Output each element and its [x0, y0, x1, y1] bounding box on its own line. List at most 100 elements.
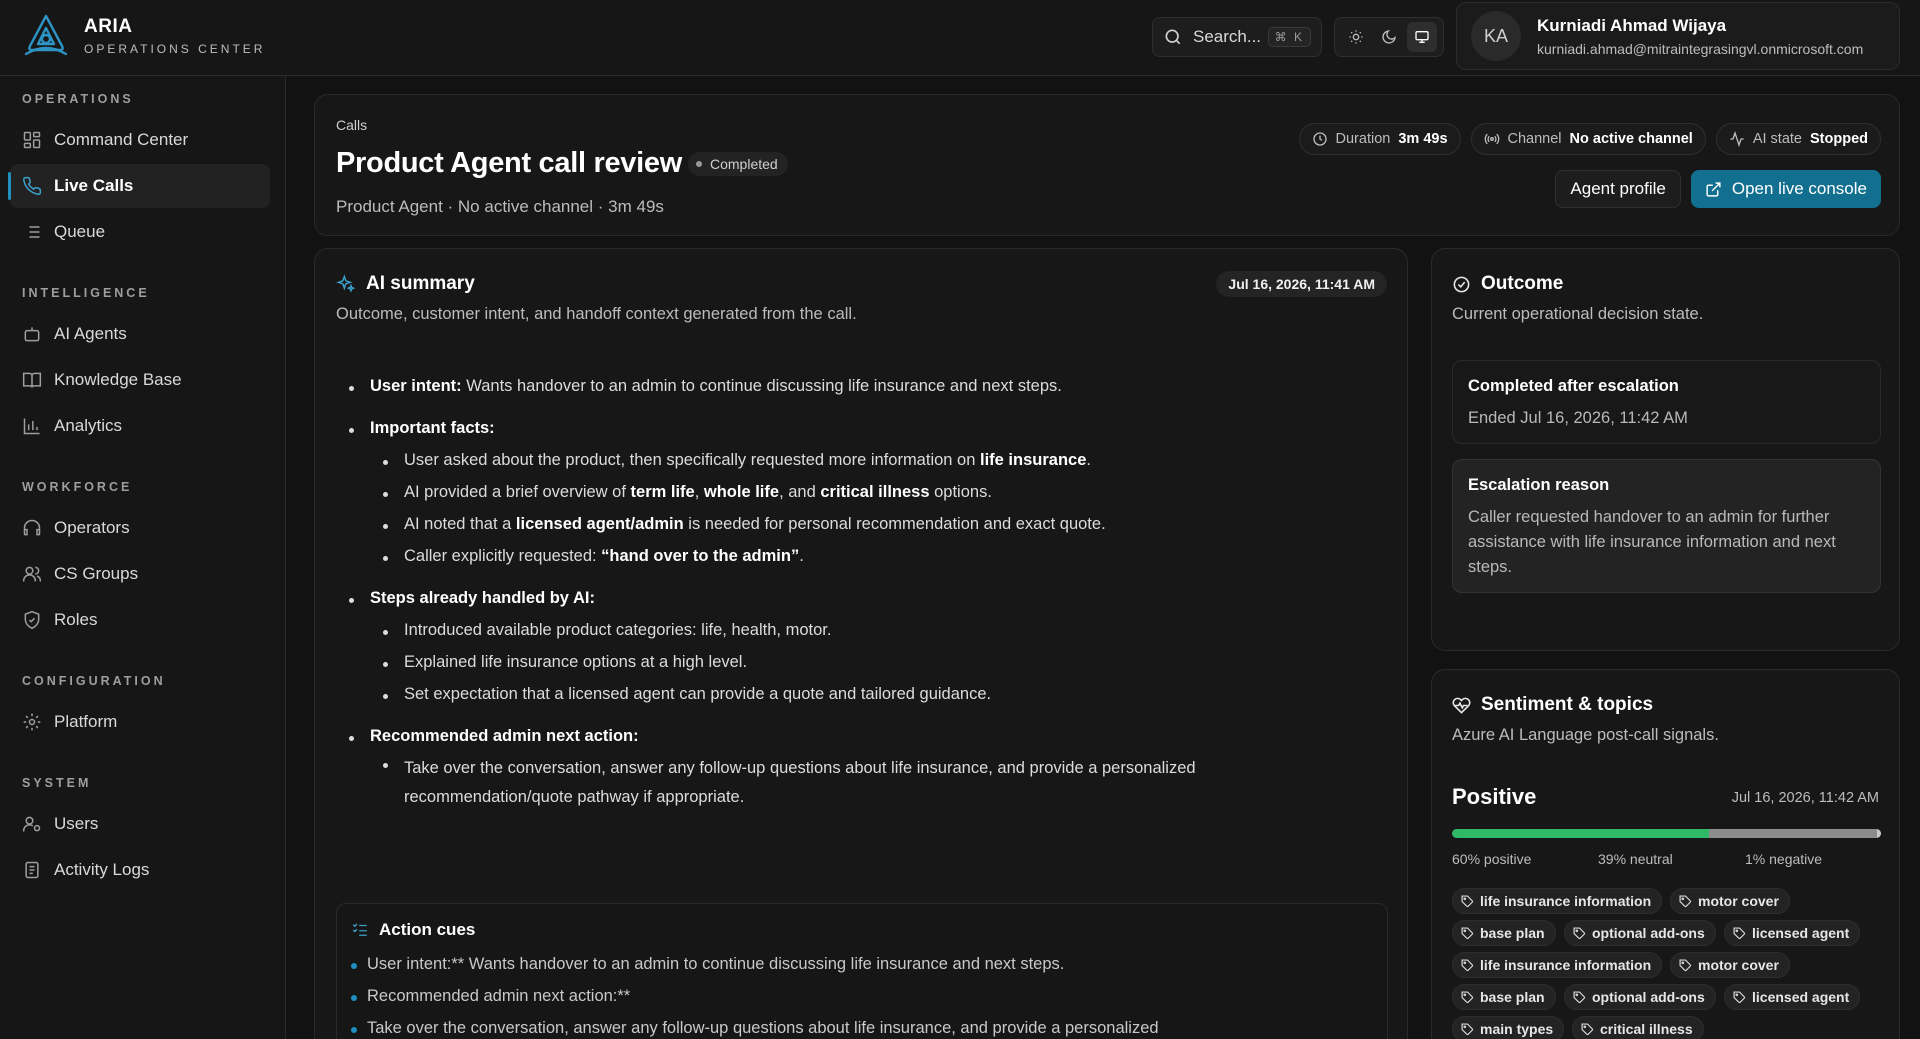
sentiment-description: Azure AI Language post-call signals. [1452, 726, 1719, 744]
topic-tag: licensed agent [1724, 984, 1861, 1010]
outcome-state-text: Ended Jul 16, 2026, 11:42 AM [1468, 409, 1688, 427]
activity-icon [1730, 131, 1744, 147]
sidebar-item-live-calls[interactable]: Live Calls [8, 164, 270, 208]
user-name: Kurniadi Ahmad Wijaya [1537, 15, 1727, 35]
sentiment-date: Jul 16, 2026, 11:42 AM [1731, 790, 1879, 806]
ai-summary-title: AI summary [366, 273, 475, 294]
phone-icon [23, 176, 42, 195]
search-shortcut: ⌘ K [1267, 27, 1311, 47]
fact-item: User asked about the product, then speci… [336, 451, 1376, 470]
sidebar-item-label: Platform [54, 712, 118, 731]
sidebar-item-cs-groups[interactable]: CS Groups [10, 552, 270, 596]
user-intent-text: Wants handover to an admin to continue d… [461, 377, 1062, 395]
sidebar-item-analytics[interactable]: Analytics [10, 404, 270, 448]
topic-tag-label: main types [1480, 1021, 1554, 1037]
sidebar-item-knowledge-base[interactable]: Knowledge Base [10, 358, 270, 402]
fact-text: is needed for personal recommendation an… [683, 515, 1106, 533]
topic-tag-label: base plan [1480, 925, 1545, 941]
fact-item: AI noted that a licensed agent/admin is … [336, 515, 1376, 534]
sidebar-section-intelligence: INTELLIGENCE [22, 286, 150, 300]
fact-emphasis: licensed agent/admin [515, 515, 684, 533]
outcome-title: Outcome [1481, 273, 1564, 294]
topic-tag: critical illness [1572, 1016, 1704, 1039]
heart-pulse-icon [1452, 697, 1471, 714]
sidebar-item-label: Queue [54, 222, 106, 241]
user-cog-icon [22, 816, 41, 832]
sun-icon [1348, 30, 1363, 44]
sentiment-card: Sentiment & topics Azure AI Language pos… [1431, 669, 1900, 1039]
sidebar-item-queue[interactable]: Queue [10, 210, 270, 254]
action-cue-item: User intent:** Wants handover to an admi… [351, 955, 1064, 974]
sidebar-item-ai-agents[interactable]: AI Agents [10, 312, 270, 356]
tag-icon [1679, 958, 1692, 971]
topic-tag: life insurance information [1452, 888, 1663, 914]
dark-theme-button[interactable] [1374, 22, 1404, 52]
agent-profile-button[interactable]: Agent profile [1555, 170, 1681, 208]
sparkles-icon [336, 274, 356, 293]
topic-tag-label: motor cover [1698, 893, 1779, 909]
ai-summary-heading: AI summary [336, 273, 475, 295]
escalation-reason-title: Escalation reason [1468, 476, 1610, 494]
tag-icon [1461, 958, 1474, 971]
brand[interactable]: ARIA OPERATIONS CENTER [22, 12, 265, 60]
topic-tag: main types [1452, 1016, 1565, 1039]
topic-tag: optional add-ons [1564, 984, 1716, 1010]
escalation-reason-card: Escalation reason Caller requested hando… [1452, 459, 1881, 593]
search-label: Search... [1193, 27, 1262, 46]
sidebar-item-label: Operators [54, 518, 130, 537]
fact-emphasis: term life [630, 483, 695, 501]
sentiment-heading: Sentiment & topics [1452, 694, 1653, 716]
fact-emphasis: “hand over to the admin” [601, 547, 800, 565]
chart-icon [23, 418, 40, 435]
search-button[interactable]: Search... ⌘ K [1152, 17, 1322, 57]
sidebar-item-users[interactable]: Users [10, 802, 270, 846]
sentiment-negative-segment [1876, 829, 1881, 838]
topic-tag-label: optional add-ons [1592, 925, 1705, 941]
tag-icon [1679, 894, 1692, 907]
topic-tag-label: life insurance information [1480, 893, 1652, 909]
ai-state-pill: AI state Stopped [1715, 123, 1881, 155]
light-theme-button[interactable] [1341, 22, 1371, 52]
fact-emphasis: critical illness [820, 483, 930, 501]
topic-tag-label: licensed agent [1752, 925, 1850, 941]
sidebar-item-operators[interactable]: Operators [10, 506, 270, 550]
sidebar-item-command-center[interactable]: Command Center [10, 118, 270, 162]
sidebar-item-label: Command Center [54, 130, 189, 149]
topic-tag-label: life insurance information [1480, 957, 1652, 973]
search-icon [1165, 29, 1181, 45]
outcome-card: Outcome Current operational decision sta… [1431, 248, 1900, 651]
channel-pill: Channel No active channel [1470, 123, 1706, 155]
sidebar-item-activity-logs[interactable]: Activity Logs [10, 848, 270, 892]
facts-label: Important facts: [370, 419, 495, 437]
system-theme-button[interactable] [1407, 22, 1438, 52]
users-icon [22, 566, 42, 582]
open-live-console-button[interactable]: Open live console [1690, 170, 1881, 208]
list-checks-icon [352, 923, 367, 936]
ai-state-value: Stopped [1810, 131, 1868, 147]
summary-next-action: Recommended admin next action: [336, 727, 1376, 746]
gear-icon [23, 713, 41, 731]
fact-text: , [694, 483, 704, 501]
tag-icon [1581, 1022, 1594, 1035]
tag-icon [1461, 990, 1474, 1003]
topic-tag: base plan [1452, 920, 1556, 946]
outcome-state-title: Completed after escalation [1468, 377, 1679, 395]
outcome-state-card: Completed after escalation Ended Jul 16,… [1452, 360, 1881, 444]
topic-tag-label: base plan [1480, 989, 1545, 1005]
summary-user-intent: User intent: Wants handover to an admin … [336, 377, 1376, 396]
channel-label: Channel [1507, 131, 1562, 147]
sentiment-neutral-text: 39% neutral [1598, 851, 1673, 867]
tag-icon [1461, 926, 1474, 939]
moon-icon [1382, 30, 1396, 44]
sidebar-item-roles[interactable]: Roles [10, 598, 270, 642]
breadcrumb[interactable]: Calls [336, 117, 367, 133]
header-actions: Agent profile Open live console [1555, 170, 1881, 208]
next-action-label: Recommended admin next action: [370, 727, 639, 745]
step-item: Set expectation that a licensed agent ca… [336, 685, 1376, 704]
sidebar-item-platform[interactable]: Platform [10, 700, 270, 744]
action-cues-card: Action cues User intent:** Wants handove… [336, 903, 1388, 1039]
user-menu[interactable]: KA Kurniadi Ahmad Wijaya kurniadi.ahmad@… [1456, 2, 1900, 70]
next-action-text: recommendation/quote pathway if appropri… [404, 788, 745, 806]
sidebar-item-label: CS Groups [54, 564, 139, 583]
next-action-text: Take over the conversation, answer any f… [404, 759, 1196, 777]
